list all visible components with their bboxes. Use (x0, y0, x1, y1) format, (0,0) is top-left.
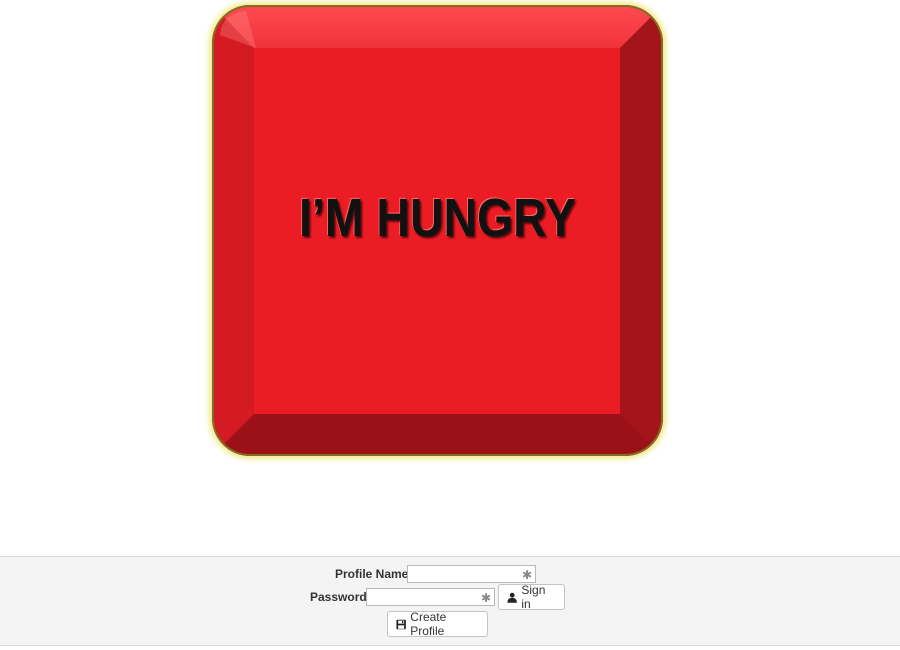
im-hungry-button[interactable]: I’M HUNGRY (212, 5, 663, 456)
password-field[interactable]: ✱ (366, 588, 495, 606)
login-bar: Profile Name: ✱ Password: ✱ Sign in Crea… (0, 556, 900, 646)
profile-name-input[interactable] (408, 567, 535, 583)
sign-in-button[interactable]: Sign in (498, 583, 565, 611)
create-profile-label: Create Profile (410, 610, 447, 638)
user-icon (507, 592, 517, 603)
page: I’M HUNGRY Profile Name: ✱ Password: ✱ S… (0, 0, 900, 650)
profile-name-label: Profile Name: (335, 567, 413, 581)
button-label: I’M HUNGRY (299, 188, 576, 248)
required-icon: ✱ (521, 568, 532, 582)
password-input[interactable] (367, 590, 494, 606)
password-label: Password: (310, 590, 371, 604)
required-icon: ✱ (480, 591, 491, 605)
create-profile-button[interactable]: Create Profile (387, 610, 488, 638)
sign-in-label: Sign in (521, 583, 546, 611)
profile-name-field[interactable]: ✱ (407, 565, 536, 583)
save-icon (396, 619, 406, 629)
